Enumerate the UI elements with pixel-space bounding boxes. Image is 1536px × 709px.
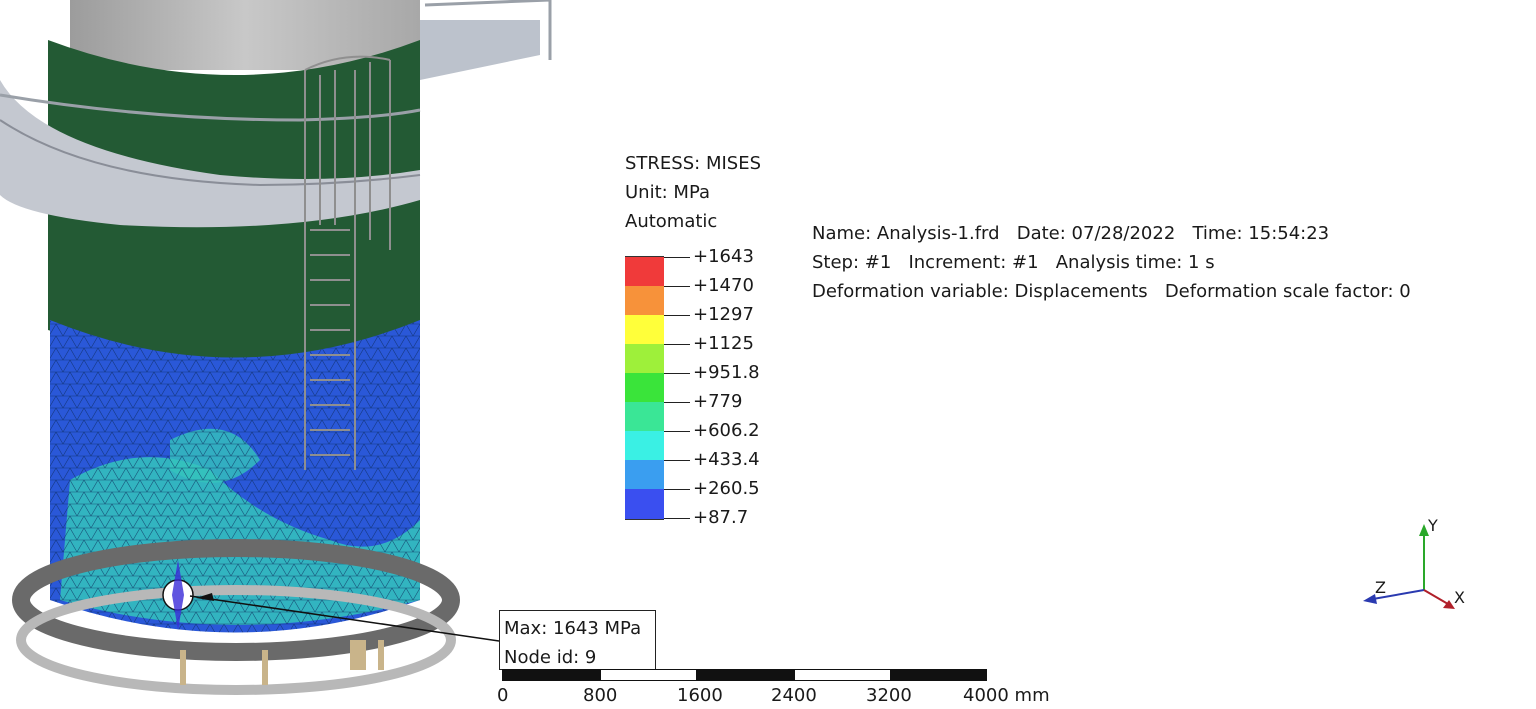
- legend-value: +606.2: [693, 420, 760, 441]
- legend-tick: [664, 286, 690, 287]
- legend-value: +951.8: [693, 362, 760, 383]
- legend-title: STRESS: MISES: [625, 153, 762, 174]
- legend-value: +260.5: [693, 478, 760, 499]
- scale-bar-label: 2400: [771, 685, 817, 706]
- result-info-line: Name: Analysis-1.frd Date: 07/28/2022 Ti…: [812, 223, 1330, 244]
- scale-bar-label: 3200: [866, 685, 912, 706]
- axis-triad[interactable]: Y Z X: [1355, 512, 1475, 622]
- legend-value: +779: [693, 391, 743, 412]
- legend-tick: [664, 373, 690, 374]
- legend-swatch-5: [625, 373, 664, 402]
- scale-bar-segment: [697, 669, 794, 681]
- scale-bar-label: 1600: [677, 685, 723, 706]
- scale-bar-segment: [502, 669, 600, 681]
- legend-value: +1643: [693, 246, 754, 267]
- max-value-probe: Max: 1643 MPa Node id: 9: [499, 610, 656, 670]
- legend-tick: [664, 402, 690, 403]
- result-info-line: Deformation variable: Displacements Defo…: [812, 281, 1411, 302]
- legend-tick: [664, 460, 690, 461]
- legend-value: +433.4: [693, 449, 760, 470]
- legend-unit: Unit: MPa: [625, 182, 711, 203]
- node-id-label: Node id: 9: [504, 647, 597, 668]
- model-viewport[interactable]: [0, 0, 1536, 709]
- scale-bar-label: 0: [497, 685, 509, 706]
- legend-value: +87.7: [693, 507, 749, 528]
- legend-swatch-1: [625, 257, 664, 286]
- legend-swatch-8: [625, 460, 664, 489]
- legend-swatch-6: [625, 402, 664, 431]
- legend-mode: Automatic: [625, 211, 718, 232]
- legend-tick: [664, 489, 690, 490]
- scale-bar-label: 4000 mm: [963, 685, 1050, 706]
- scale-bar-label: 800: [583, 685, 618, 706]
- axis-z-label: Z: [1375, 578, 1386, 597]
- legend-value: +1470: [693, 275, 754, 296]
- scale-bar-segment: [794, 669, 891, 681]
- scale-bar-segment: [600, 669, 697, 681]
- legend-tick: [664, 431, 690, 432]
- legend-swatch-7: [625, 431, 664, 460]
- legend-tick: [664, 315, 690, 316]
- legend-swatch-9: [625, 489, 664, 519]
- result-info-line: Step: #1 Increment: #1 Analysis time: 1 …: [812, 252, 1215, 273]
- legend-value: +1297: [693, 304, 754, 325]
- legend-value: +1125: [693, 333, 754, 354]
- legend-tick: [664, 518, 690, 519]
- legend-tick: [664, 257, 690, 258]
- legend-swatch-4: [625, 344, 664, 373]
- legend-tick: [664, 344, 690, 345]
- max-value-label: Max: 1643 MPa: [504, 618, 642, 639]
- tower-model: [0, 0, 552, 695]
- axis-y-label: Y: [1428, 516, 1438, 535]
- axis-x-label: X: [1454, 588, 1465, 607]
- legend-swatch-2: [625, 286, 664, 315]
- scale-bar-segment: [891, 669, 987, 681]
- legend-swatch-3: [625, 315, 664, 344]
